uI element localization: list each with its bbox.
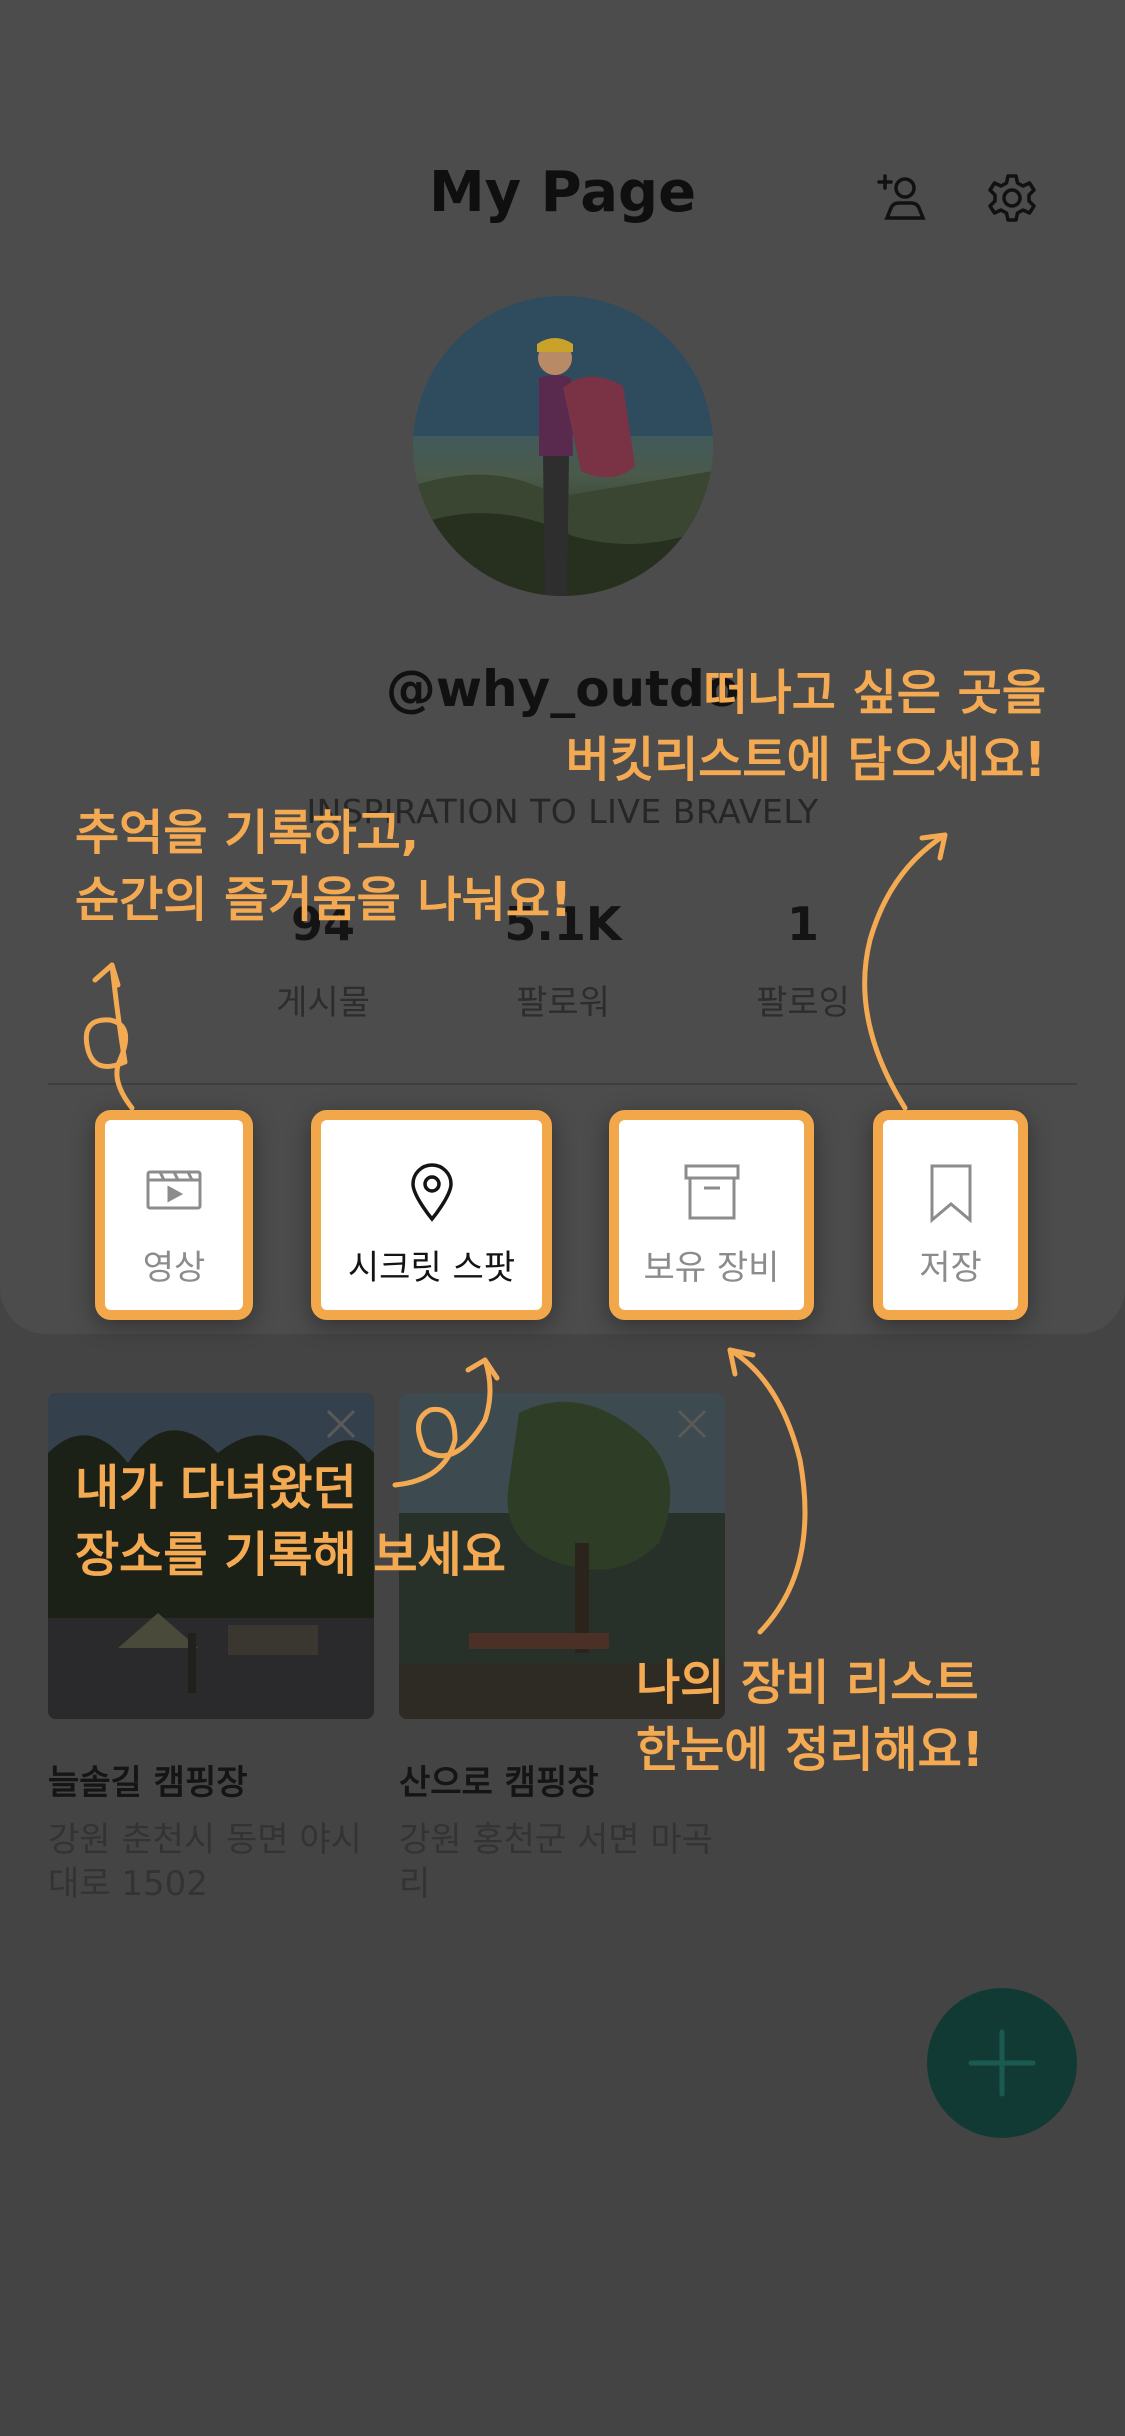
arrow-gear-list [727, 1347, 808, 1635]
arrow-memories [83, 962, 135, 1111]
arrowhead-memories [92, 962, 121, 988]
arrowhead-places [465, 1357, 500, 1381]
arrow-places [392, 1357, 493, 1488]
arrow-bucket-list [862, 832, 948, 1111]
callout-arrows [83, 832, 948, 1635]
